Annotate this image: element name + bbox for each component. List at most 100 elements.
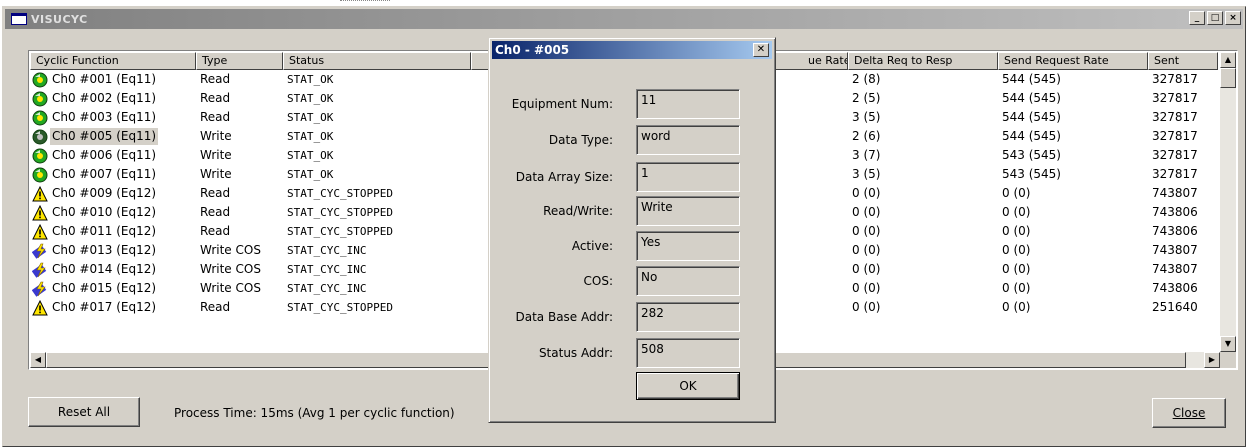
cell-type: Read [200, 300, 231, 314]
cell-status: STAT_OK [287, 149, 334, 162]
cell-fn-label: Ch0 #003 (Eq11) [52, 110, 157, 124]
vertical-scroll-thumb[interactable] [1220, 68, 1236, 88]
status-ok-icon [32, 129, 48, 145]
column-header-3[interactable]: Status [283, 52, 471, 70]
cell-type: Write COS [200, 243, 261, 257]
lightning-icon [31, 262, 48, 278]
cell-send: 0 (0) [1002, 243, 1031, 257]
scroll-right-arrow-icon[interactable]: ▶ [1204, 352, 1220, 368]
cell-status: STAT_CYC_INC [287, 244, 367, 257]
minimize-button[interactable]: _ [1189, 11, 1205, 25]
column-header-5[interactable]: ue Rate [767, 52, 848, 70]
scroll-down-arrow-icon[interactable]: ▼ [1220, 336, 1236, 352]
cell-delta: 0 (0) [852, 224, 881, 238]
cell-sent: 327817 [1152, 110, 1198, 124]
field-value-5: Yes [636, 231, 740, 261]
cell-sent: 327817 [1152, 167, 1198, 181]
cell-cyclic-function: Ch0 #015 (Eq12) [30, 279, 196, 298]
dialog-title-bar[interactable]: Ch0 - #005 ✕ [492, 41, 772, 59]
status-ok-icon [32, 148, 48, 164]
status-ok-icon [32, 167, 48, 183]
close-button[interactable]: Close [1152, 398, 1226, 428]
cell-sent: 743807 [1152, 243, 1198, 257]
cell-fn-label: Ch0 #010 (Eq12) [52, 205, 157, 219]
warning-icon [32, 299, 48, 316]
dialog-close-icon[interactable]: ✕ [753, 43, 769, 57]
status-ok-icon [32, 110, 48, 126]
title-bar[interactable]: VISUCYC _ □ × [5, 9, 1243, 29]
lightning-icon [31, 281, 48, 297]
dialog-title: Ch0 - #005 [495, 43, 570, 57]
field-value-3: 1 [636, 162, 740, 192]
cell-cyclic-function: Ch0 #014 (Eq12) [30, 260, 196, 279]
cell-cyclic-function: Ch0 #007 (Eq11) [30, 165, 196, 184]
cell-type: Read [200, 110, 231, 124]
column-header-6[interactable]: Delta Req to Resp [848, 52, 998, 70]
cell-delta: 2 (5) [852, 91, 881, 105]
cell-send: 0 (0) [1002, 281, 1031, 295]
field-label-4: Read/Write: [543, 204, 613, 218]
field-label-7: Data Base Addr: [515, 310, 614, 324]
column-header-1[interactable]: Cyclic Function [30, 52, 196, 70]
cell-cyclic-function: Ch0 #013 (Eq12) [30, 241, 196, 260]
cell-delta: 0 (0) [852, 300, 881, 314]
cell-send: 543 (545) [1002, 167, 1061, 181]
cell-delta: 3 (5) [852, 167, 881, 181]
cell-cyclic-function: Ch0 #005 (Eq11) [30, 127, 196, 146]
cell-sent: 743806 [1152, 281, 1198, 295]
cell-sent: 327817 [1152, 91, 1198, 105]
field-label-5: Active: [571, 239, 613, 253]
cell-fn-label: Ch0 #014 (Eq12) [52, 262, 157, 276]
cell-sent: 743807 [1152, 186, 1198, 200]
column-header-2[interactable]: Type [196, 52, 283, 70]
cell-send: 544 (545) [1002, 110, 1061, 124]
cell-cyclic-function: Ch0 #010 (Eq12) [30, 203, 196, 222]
cell-delta: 2 (6) [852, 129, 881, 143]
cell-fn-label: Ch0 #015 (Eq12) [52, 281, 157, 295]
cell-sent: 327817 [1152, 148, 1198, 162]
ok-button[interactable]: OK [636, 372, 740, 400]
cell-status: STAT_CYC_STOPPED [287, 206, 393, 219]
cell-fn-label: Ch0 #001 (Eq11) [52, 72, 157, 86]
warning-icon [32, 185, 48, 202]
field-value-7: 282 [636, 302, 740, 332]
scroll-up-arrow-icon[interactable]: ▲ [1220, 52, 1236, 68]
field-label-2: Data Type: [548, 133, 613, 147]
app-window-icon [11, 13, 27, 25]
cell-type: Write [200, 129, 232, 143]
close-window-button[interactable]: × [1225, 11, 1241, 25]
window-title: VISUCYC [31, 12, 88, 26]
cell-delta: 2 (8) [852, 72, 881, 86]
field-label-6: COS: [583, 274, 613, 288]
cell-type: Read [200, 91, 231, 105]
close-button-label: Close [1172, 406, 1206, 420]
cell-type: Read [200, 186, 231, 200]
cell-send: 544 (545) [1002, 129, 1061, 143]
scrollbar-corner [1220, 352, 1236, 368]
cell-status: STAT_OK [287, 73, 334, 86]
status-ok-icon [32, 91, 48, 107]
process-time-label: Process Time: 15ms (Avg 1 per cyclic fun… [174, 406, 455, 420]
cell-delta: 0 (0) [852, 205, 881, 219]
maximize-button[interactable]: □ [1207, 11, 1223, 25]
cell-cyclic-function: Ch0 #003 (Eq11) [30, 108, 196, 127]
field-value-8: 508 [636, 338, 740, 368]
field-value-2: word [636, 125, 740, 155]
cell-send: 544 (545) [1002, 72, 1061, 86]
cell-cyclic-function: Ch0 #006 (Eq11) [30, 146, 196, 165]
vertical-scrollbar[interactable]: ▲ ▼ [1220, 52, 1236, 352]
cell-sent: 743806 [1152, 224, 1198, 238]
cell-fn-label: Ch0 #011 (Eq12) [52, 224, 157, 238]
cell-status: STAT_OK [287, 92, 334, 105]
cell-delta: 0 (0) [852, 281, 881, 295]
cell-delta: 0 (0) [852, 186, 881, 200]
reset-all-button[interactable]: Reset All [28, 397, 140, 427]
scroll-left-arrow-icon[interactable]: ◀ [30, 352, 46, 368]
cell-type: Write COS [200, 262, 261, 276]
cell-delta: 0 (0) [852, 243, 881, 257]
column-header-8[interactable]: Sent [1148, 52, 1218, 70]
cell-type: Read [200, 205, 231, 219]
cell-sent: 743806 [1152, 205, 1198, 219]
column-header-7[interactable]: Send Request Rate [998, 52, 1148, 70]
cell-send: 0 (0) [1002, 262, 1031, 276]
